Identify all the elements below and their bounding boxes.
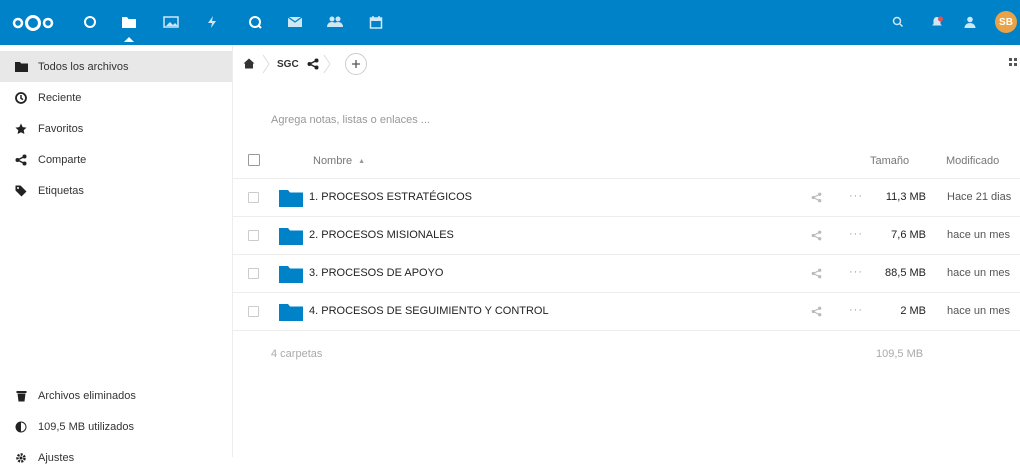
row-checkbox[interactable] [248,306,259,317]
table-row[interactable]: 4. PROCESOS DE SEGUIMIENTO Y CONTROL ···… [233,293,1020,331]
sidebar-item-quota: 109,5 MB utilizados [0,411,232,442]
gear-icon [14,451,28,465]
contacts-icon[interactable] [326,13,344,31]
row-checkbox[interactable] [248,268,259,279]
notes-placeholder[interactable]: Agrega notas, listas o enlaces ... [271,114,430,126]
file-modified: Hace 21 dias [947,191,1012,203]
column-header-modified[interactable]: Modificado [946,144,999,178]
breadcrumb: SGC [233,45,1020,85]
photos-icon[interactable] [162,13,180,31]
file-name[interactable]: 3. PROCESOS DE APOYO [309,267,444,279]
talk-icon[interactable] [246,13,264,31]
sidebar-item-all-files[interactable]: Todos los archivos [0,51,232,82]
new-button[interactable] [345,53,367,75]
sidebar-item-tags[interactable]: Etiquetas [0,175,232,206]
share-icon[interactable] [811,268,822,282]
breadcrumb-separator-icon [323,54,331,77]
folder-icon [279,265,303,286]
table-row[interactable]: 1. PROCESOS ESTRATÉGICOS ··· 11,3 MB Hac… [233,179,1020,217]
more-actions-icon[interactable]: ··· [849,228,863,240]
quota-label: 109,5 MB utilizados [38,420,134,433]
sidebar-item-label: Reciente [38,91,82,104]
folder-icon [279,303,303,324]
summary-count: 4 carpetas [271,348,323,360]
share-icon [14,153,28,167]
sidebar-item-favorites[interactable]: Favoritos [0,113,232,144]
file-name[interactable]: 1. PROCESOS ESTRATÉGICOS [309,191,472,203]
folder-icon [279,227,303,248]
breadcrumb-separator-icon [262,54,270,77]
file-name[interactable]: 4. PROCESOS DE SEGUIMIENTO Y CONTROL [309,305,549,317]
trash-icon [14,389,28,403]
star-icon [14,122,28,136]
share-icon[interactable] [811,230,822,244]
column-header-name[interactable]: Nombre ▲ [313,144,365,178]
file-modified: hace un mes [947,267,1010,279]
share-icon[interactable] [811,192,822,206]
file-size: 2 MB [900,305,926,317]
select-all-checkbox[interactable] [248,154,260,166]
file-name[interactable]: 2. PROCESOS MISIONALES [309,229,454,241]
sidebar-item-shares[interactable]: Comparte [0,144,232,175]
sidebar-item-settings[interactable]: Ajustes [0,442,232,473]
sort-asc-icon: ▲ [358,157,366,165]
folder-icon [279,189,303,210]
file-modified: hace un mes [947,229,1010,241]
file-size: 11,3 MB [885,191,926,203]
file-size: 7,6 MB [891,229,926,241]
more-actions-icon[interactable]: ··· [849,190,863,202]
user-avatar[interactable]: SB [995,11,1017,33]
top-bar: SB [0,0,1020,45]
clock-icon [14,91,28,105]
quota-pie-icon [14,420,28,434]
activity-icon[interactable] [203,13,221,31]
column-header-size[interactable]: Tamaño [870,144,909,178]
plus-icon [352,60,360,68]
file-modified: hace un mes [947,305,1010,317]
share-icon[interactable] [307,58,319,73]
sidebar-item-recent[interactable]: Reciente [0,82,232,113]
breadcrumb-current[interactable]: SGC [277,59,299,70]
sidebar-item-label: Ajustes [38,451,75,464]
files-icon[interactable] [120,13,138,42]
calendar-icon[interactable] [367,13,385,31]
folder-icon [14,60,28,74]
search-icon[interactable] [889,13,907,31]
more-actions-icon[interactable]: ··· [849,304,863,316]
sidebar: Todos los archivos Reciente Favoritos Co… [0,45,233,464]
sidebar-item-label: Comparte [38,153,87,166]
sidebar-item-deleted-files[interactable]: Archivos eliminados [0,380,232,411]
table-row[interactable]: 2. PROCESOS MISIONALES ··· 7,6 MB hace u… [233,217,1020,255]
mail-icon[interactable] [286,13,304,31]
summary-size: 109,5 MB [876,348,924,360]
column-header-name-label: Nombre [313,155,353,167]
home-icon[interactable] [243,58,255,72]
nextcloud-logo[interactable] [12,14,54,35]
row-checkbox[interactable] [248,230,259,241]
dashboard-icon[interactable] [81,13,99,31]
more-actions-icon[interactable]: ··· [849,266,863,278]
file-size: 88,5 MB [885,267,926,279]
share-icon[interactable] [811,306,822,320]
grid-view-icon[interactable] [1009,58,1017,73]
notifications-icon[interactable] [928,13,946,31]
sidebar-item-label: Archivos eliminados [38,389,136,402]
sidebar-item-label: Todos los archivos [38,60,129,73]
sidebar-item-label: Etiquetas [38,184,84,197]
sidebar-item-label: Favoritos [38,122,84,135]
contacts-menu-icon[interactable] [961,13,979,31]
user-initials: SB [999,16,1013,28]
table-row[interactable]: 3. PROCESOS DE APOYO ··· 88,5 MB hace un… [233,255,1020,293]
tag-icon [14,184,28,198]
row-checkbox[interactable] [248,192,259,203]
